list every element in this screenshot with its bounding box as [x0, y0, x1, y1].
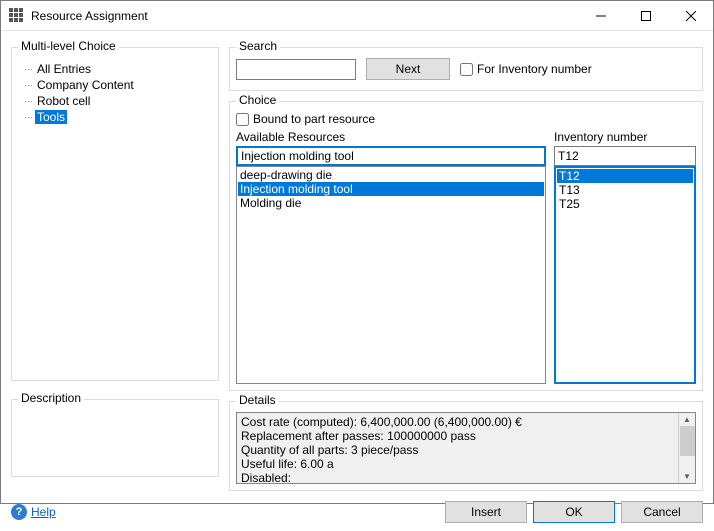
- tree-item[interactable]: ⋯Company Content: [19, 77, 211, 93]
- titlebar: Resource Assignment: [1, 1, 713, 31]
- list-item[interactable]: T13: [557, 183, 693, 197]
- bound-checkbox-label: Bound to part resource: [253, 112, 375, 126]
- list-item[interactable]: T25: [557, 197, 693, 211]
- description-group: Description: [11, 399, 219, 477]
- scroll-down-icon[interactable]: ▼: [683, 472, 691, 481]
- help-link[interactable]: Help: [31, 505, 56, 519]
- details-label: Details: [236, 393, 279, 407]
- app-icon: [9, 8, 25, 24]
- insert-button[interactable]: Insert: [445, 501, 527, 523]
- inventory-input[interactable]: [554, 146, 696, 166]
- tree-item[interactable]: ⋯Robot cell: [19, 93, 211, 109]
- bound-checkbox-input[interactable]: [236, 113, 249, 126]
- tree-dots-icon: ⋯: [21, 96, 35, 107]
- inventory-checkbox[interactable]: For Inventory number: [460, 62, 592, 76]
- choice-label: Choice: [236, 93, 279, 107]
- tree-dots-icon: ⋯: [21, 112, 35, 123]
- tree-item-label: Robot cell: [35, 94, 92, 108]
- available-label: Available Resources: [236, 130, 546, 144]
- search-group: Search Next For Inventory number: [229, 47, 703, 91]
- tree-item-label: Company Content: [35, 78, 136, 92]
- tree-item-label: Tools: [35, 110, 67, 124]
- inventory-list[interactable]: T12T13T25: [554, 166, 696, 384]
- list-item[interactable]: T12: [557, 169, 693, 183]
- details-scrollbar[interactable]: ▲ ▼: [678, 413, 695, 483]
- multilevel-label: Multi-level Choice: [18, 39, 119, 53]
- scroll-up-icon[interactable]: ▲: [683, 415, 691, 424]
- inventory-label: Inventory number: [554, 130, 696, 144]
- maximize-button[interactable]: [623, 1, 668, 30]
- help-icon[interactable]: ?: [11, 504, 27, 520]
- tree[interactable]: ⋯All Entries⋯Company Content⋯Robot cell⋯…: [18, 58, 212, 374]
- next-button[interactable]: Next: [366, 58, 450, 80]
- details-group: Details Cost rate (computed): 6,400,000.…: [229, 401, 703, 491]
- details-text: Cost rate (computed): 6,400,000.00 (6,40…: [237, 413, 678, 483]
- choice-group: Choice Bound to part resource Available …: [229, 101, 703, 391]
- ok-button[interactable]: OK: [533, 501, 615, 523]
- inventory-checkbox-input[interactable]: [460, 63, 473, 76]
- tree-dots-icon: ⋯: [21, 80, 35, 91]
- available-list[interactable]: deep-drawing dieInjection molding toolMo…: [236, 166, 546, 384]
- tree-dots-icon: ⋯: [21, 64, 35, 75]
- tree-item[interactable]: ⋯Tools: [19, 109, 211, 125]
- available-input[interactable]: [236, 146, 546, 166]
- bound-checkbox[interactable]: Bound to part resource: [236, 112, 696, 126]
- tree-item[interactable]: ⋯All Entries: [19, 61, 211, 77]
- bottom-bar: ? Help Insert OK Cancel: [1, 495, 713, 531]
- cancel-button[interactable]: Cancel: [621, 501, 703, 523]
- scroll-thumb[interactable]: [680, 426, 695, 456]
- multilevel-group: Multi-level Choice ⋯All Entries⋯Company …: [11, 47, 219, 381]
- list-item[interactable]: Injection molding tool: [238, 182, 544, 196]
- list-item[interactable]: Molding die: [238, 196, 544, 210]
- tree-item-label: All Entries: [35, 62, 93, 76]
- search-label: Search: [236, 39, 280, 53]
- description-box: [18, 410, 212, 470]
- window-title: Resource Assignment: [31, 9, 578, 23]
- search-input[interactable]: [236, 59, 356, 80]
- minimize-button[interactable]: [578, 1, 623, 30]
- close-button[interactable]: [668, 1, 713, 30]
- description-label: Description: [18, 391, 84, 405]
- inventory-checkbox-label: For Inventory number: [477, 62, 592, 76]
- list-item[interactable]: deep-drawing die: [238, 168, 544, 182]
